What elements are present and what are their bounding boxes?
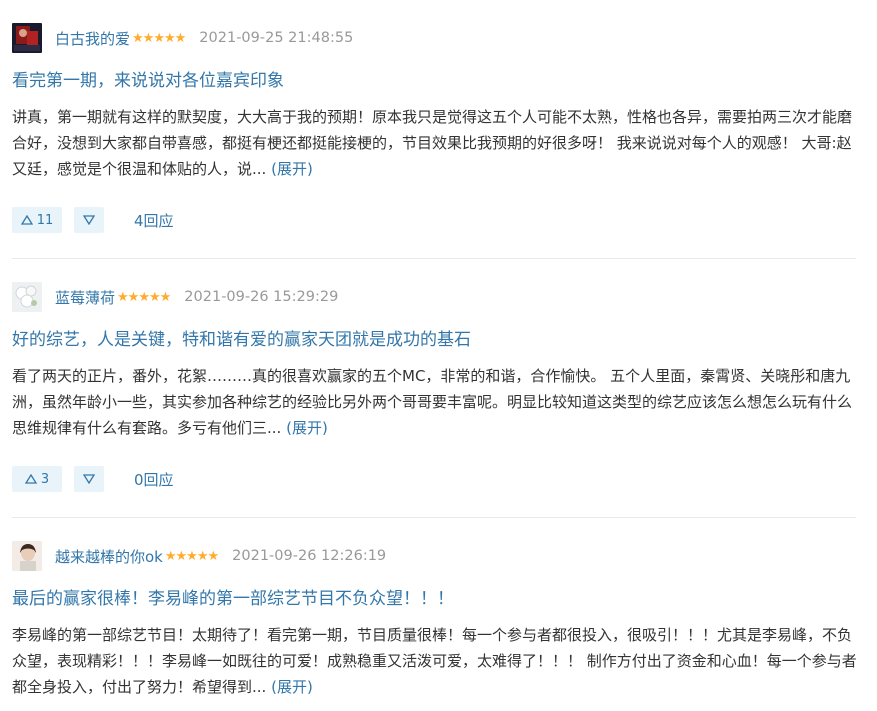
review-card: 白古我的爱 ★★★★★ 2021-09-25 21:48:55 看完第一期，来说… bbox=[0, 0, 877, 258]
upvote-button[interactable]: 3 bbox=[12, 466, 62, 492]
review-actions: 3 0回应 bbox=[12, 466, 174, 492]
upvote-count: 11 bbox=[36, 212, 54, 228]
username-link[interactable]: 蓝莓薄荷 bbox=[55, 287, 115, 308]
reply-link[interactable]: 0回应 bbox=[134, 469, 174, 490]
triangle-up-icon bbox=[24, 474, 41, 484]
upvote-count: 3 bbox=[40, 471, 50, 487]
avatar[interactable] bbox=[12, 23, 42, 53]
review-body-text: 李易峰的第一部综艺节目！太期待了！看完第一期，节目质量很棒！每一个参与者都很投入… bbox=[12, 626, 857, 696]
rating-stars: ★★★★★ bbox=[117, 289, 171, 305]
rating-stars: ★★★★★ bbox=[132, 30, 186, 46]
review-body-text: 看了两天的正片，番外，花絮………真的很喜欢赢家的五个MC，非常的和谐，合作愉快。… bbox=[12, 367, 853, 437]
review-excerpt: 李易峰的第一部综艺节目！太期待了！看完第一期，节目质量很棒！每一个参与者都很投入… bbox=[12, 622, 857, 700]
expand-link[interactable]: (展开) bbox=[271, 678, 313, 696]
review-actions: 11 4回应 bbox=[12, 207, 174, 233]
avatar[interactable] bbox=[12, 282, 42, 312]
reply-link[interactable]: 4回应 bbox=[134, 210, 174, 231]
review-title-link[interactable]: 看完第一期，来说说对各位嘉宾印象 bbox=[12, 66, 284, 91]
review-header: 白古我的爱 ★★★★★ 2021-09-25 21:48:55 bbox=[12, 22, 353, 54]
review-excerpt: 讲真，第一期就有这样的默契度，大大高于我的预期！原本我只是觉得这五个人可能不太熟… bbox=[12, 104, 857, 182]
review-excerpt: 看了两天的正片，番外，花絮………真的很喜欢赢家的五个MC，非常的和谐，合作愉快。… bbox=[12, 363, 857, 441]
triangle-up-icon bbox=[20, 215, 37, 225]
review-timestamp: 2021-09-25 21:48:55 bbox=[199, 30, 354, 46]
expand-link[interactable]: (展开) bbox=[271, 160, 313, 178]
review-card: 蓝莓薄荷 ★★★★★ 2021-09-26 15:29:29 好的综艺，人是关键… bbox=[0, 259, 877, 517]
review-header: 越来越棒的你ok ★★★★★ 2021-09-26 12:26:19 bbox=[12, 540, 386, 572]
review-header: 蓝莓薄荷 ★★★★★ 2021-09-26 15:29:29 bbox=[12, 281, 338, 313]
username-link[interactable]: 白古我的爱 bbox=[55, 28, 130, 49]
triangle-down-icon bbox=[83, 215, 95, 225]
review-body-text: 讲真，第一期就有这样的默契度，大大高于我的预期！原本我只是觉得这五个人可能不太熟… bbox=[12, 108, 853, 178]
review-card: 越来越棒的你ok ★★★★★ 2021-09-26 12:26:19 最后的赢家… bbox=[0, 518, 877, 711]
rating-stars: ★★★★★ bbox=[164, 548, 219, 564]
expand-link[interactable]: (展开) bbox=[286, 419, 328, 437]
review-title-link[interactable]: 最后的赢家很棒！李易峰的第一部综艺节目不负众望！！！ bbox=[12, 584, 454, 609]
review-title-link[interactable]: 好的综艺，人是关键，特和谐有爱的赢家天团就是成功的基石 bbox=[12, 325, 471, 350]
triangle-down-icon bbox=[83, 474, 95, 484]
upvote-button[interactable]: 11 bbox=[12, 207, 62, 233]
review-timestamp: 2021-09-26 15:29:29 bbox=[184, 289, 339, 305]
downvote-button[interactable] bbox=[74, 466, 104, 492]
downvote-button[interactable] bbox=[74, 207, 104, 233]
review-timestamp: 2021-09-26 12:26:19 bbox=[232, 548, 387, 564]
username-link[interactable]: 越来越棒的你ok bbox=[55, 546, 163, 567]
avatar[interactable] bbox=[12, 541, 42, 571]
